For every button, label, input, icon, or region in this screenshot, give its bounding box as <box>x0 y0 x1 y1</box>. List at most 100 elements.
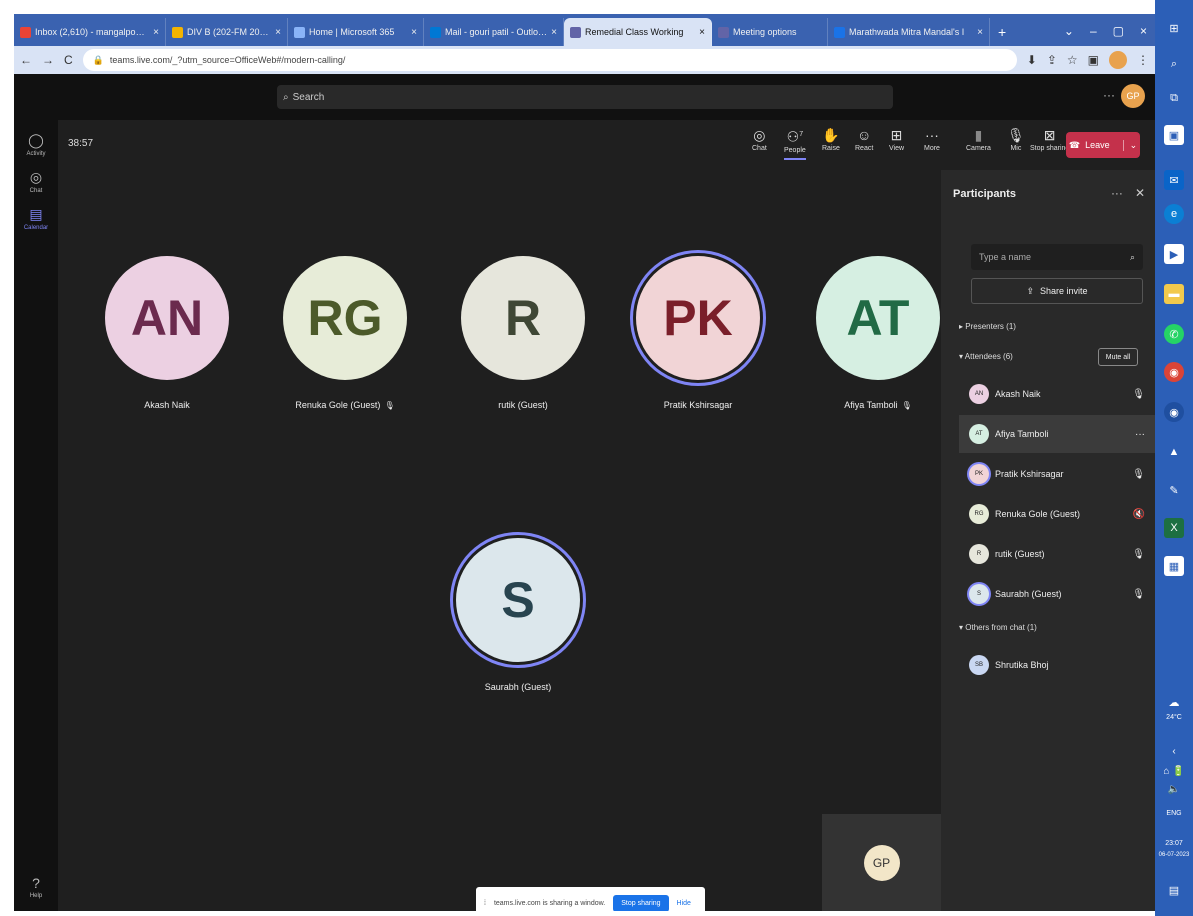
paint-icon[interactable]: ✎ <box>1164 480 1184 500</box>
participant-row[interactable]: SB Shrutika Bhoj <box>959 646 1155 684</box>
participant-tile[interactable]: PK Pratik Kshirsagar <box>636 248 760 410</box>
participant-tile[interactable]: RG Renuka Gole (Guest) 🎙 <box>283 256 407 410</box>
rail-item-chat[interactable]: ◎ Chat <box>14 169 58 194</box>
people-button[interactable]: ⚇7 People <box>784 128 806 160</box>
clock-date[interactable]: 06-07-2023 <box>1155 852 1193 858</box>
store-icon[interactable]: ▣ <box>1164 125 1184 145</box>
calendar-app-icon[interactable]: ▦ <box>1164 556 1184 576</box>
close-window-icon[interactable]: × <box>1140 24 1147 38</box>
tab-title: Marathwada Mitra Mandal's I <box>849 27 965 37</box>
reload-icon[interactable]: C <box>64 53 73 67</box>
mic-button[interactable]: 🎙 Mic <box>1007 128 1025 152</box>
tab-search-icon[interactable]: ⌄ <box>1064 24 1074 38</box>
chrome-active-icon[interactable]: ◉ <box>1164 402 1184 422</box>
download-icon[interactable]: ⬇ <box>1027 53 1037 67</box>
more-options-icon[interactable]: ··· <box>1135 429 1145 440</box>
notice-stop-sharing-button[interactable]: Stop sharing <box>613 894 669 911</box>
browser-tab[interactable]: DIV B (202-FM 2022-24) × <box>166 18 288 46</box>
browser-tab[interactable]: Mail - gouri patil - Outlook × <box>424 18 564 46</box>
raise-hand-button[interactable]: ✋ Raise <box>822 128 840 152</box>
participant-tile[interactable]: AT Afiya Tamboli 🎙 <box>816 256 940 410</box>
self-view[interactable]: GP <box>822 814 941 911</box>
chrome-icon[interactable]: ◉ <box>1164 362 1184 382</box>
star-icon[interactable]: ☆ <box>1067 53 1078 67</box>
mute-all-button[interactable]: Mute all <box>1098 348 1138 366</box>
browser-tab[interactable]: Inbox (2,610) - mangalpourus × <box>14 18 166 46</box>
chevron-down-icon[interactable]: ⌄ <box>1122 139 1137 151</box>
language-indicator[interactable]: ENG <box>1155 810 1193 817</box>
chat-button[interactable]: ◎ Chat <box>752 128 767 152</box>
tab-close-icon[interactable]: × <box>275 27 281 38</box>
panel-more-icon[interactable]: ··· <box>1111 186 1123 200</box>
sidebar-icon[interactable]: ▣ <box>1088 53 1099 67</box>
participant-search-input[interactable]: Type a name ⌕ <box>971 244 1143 270</box>
search-icon[interactable]: ⌕ <box>1164 54 1184 74</box>
browser-tab[interactable]: Meeting options <box>712 18 828 46</box>
presenters-section[interactable]: ▸ Presenters (1) <box>959 322 1016 331</box>
url-field[interactable]: 🔒 teams.live.com/_?utm_source=OfficeWeb#… <box>82 49 1017 71</box>
grip-icon[interactable]: ⁞ <box>484 900 486 907</box>
whatsapp-icon[interactable]: ✆ <box>1164 324 1184 344</box>
clock-time[interactable]: 23:07 <box>1155 840 1193 847</box>
chat-label: Chat <box>752 145 767 152</box>
drive-icon[interactable]: ▲ <box>1164 442 1184 462</box>
outlook-icon[interactable]: ✉ <box>1164 170 1184 190</box>
minimize-icon[interactable]: – <box>1090 24 1097 38</box>
notification-icon[interactable]: ▤ <box>1164 880 1184 900</box>
attendees-section[interactable]: ▾ Attendees (6) <box>959 352 1013 361</box>
camera-button[interactable]: ▮ Camera <box>966 128 991 152</box>
more-options-icon[interactable]: ··· <box>1103 88 1115 102</box>
participant-tile[interactable]: AN Akash Naik <box>105 256 229 410</box>
close-icon[interactable]: ✕ <box>1135 186 1145 200</box>
stop-sharing-button[interactable]: ⊠ Stop sharing <box>1030 128 1069 152</box>
participant-tile[interactable]: S Saurabh (Guest) <box>456 530 580 692</box>
profile-avatar[interactable] <box>1109 51 1127 69</box>
participant-row[interactable]: Rrutik (Guest) 🎙 <box>959 535 1155 573</box>
task-view-icon[interactable]: ⧉ <box>1164 88 1184 108</box>
new-tab-button[interactable]: + <box>990 24 1014 46</box>
network-icon[interactable]: ⌂ 🔋 <box>1155 766 1193 777</box>
excel-icon[interactable]: X <box>1164 518 1184 538</box>
browser-tab[interactable]: Remedial Class Working × <box>564 18 712 46</box>
tab-close-icon[interactable]: × <box>551 27 557 38</box>
notice-hide-link[interactable]: Hide <box>677 900 691 907</box>
tab-close-icon[interactable]: × <box>411 27 417 38</box>
browser-tab[interactable]: Marathwada Mitra Mandal's I × <box>828 18 990 46</box>
participant-row[interactable]: PK Pratik Kshirsagar 🎙 <box>959 455 1155 493</box>
volume-icon[interactable]: 🔈 <box>1155 784 1193 795</box>
weather-icon[interactable]: ☁ <box>1164 692 1184 712</box>
rail-item-calendar[interactable]: ▤ Calendar <box>14 206 58 231</box>
edge-icon[interactable]: e <box>1164 204 1184 224</box>
kebab-menu-icon[interactable]: ⋮ <box>1137 53 1149 67</box>
others-section[interactable]: ▾ Others from chat (1) <box>959 623 1037 632</box>
share-invite-button[interactable]: ⇪ Share invite <box>971 278 1143 304</box>
chat-icon: ◎ <box>29 169 43 185</box>
maximize-icon[interactable]: ▢ <box>1113 24 1124 38</box>
participants-panel: Participants ··· ✕ Type a name ⌕ ⇪ Share … <box>941 170 1155 911</box>
tray-chevron-icon[interactable]: ‹ <box>1155 746 1193 757</box>
participant-row[interactable]: RG Renuka Gole (Guest) 🔇 <box>959 495 1155 533</box>
user-avatar[interactable]: GP <box>1121 84 1145 108</box>
participant-row[interactable]: AT Afiya Tamboli ··· <box>959 415 1155 453</box>
rail-item-help[interactable]: ? Help <box>14 875 58 899</box>
participant-avatar: S <box>456 538 580 662</box>
windows-start-icon[interactable]: ⊞ <box>1164 18 1184 38</box>
tab-close-icon[interactable]: × <box>153 27 159 38</box>
participant-row[interactable]: S Saurabh (Guest) 🎙 <box>959 575 1155 613</box>
leave-button[interactable]: ☎ Leave ⌄ <box>1066 132 1140 158</box>
forward-icon[interactable]: → <box>42 53 54 67</box>
file-explorer-icon[interactable]: ▬ <box>1164 284 1184 304</box>
rail-item-activity[interactable]: ◯ Activity <box>14 132 58 157</box>
tab-close-icon[interactable]: × <box>977 27 983 38</box>
back-icon[interactable]: ← <box>20 53 32 67</box>
teams-search-input[interactable]: ⌕ Search <box>277 85 893 109</box>
participant-tile[interactable]: Rrutik (Guest) <box>461 256 585 410</box>
zoom-icon[interactable]: ▶ <box>1164 244 1184 264</box>
participant-row[interactable]: AN Akash Naik 🎙 <box>959 375 1155 413</box>
view-button[interactable]: ⊞ View <box>889 128 904 152</box>
share-icon[interactable]: ⇪ <box>1047 53 1057 67</box>
browser-tab[interactable]: Home | Microsoft 365 × <box>288 18 424 46</box>
react-button[interactable]: ☺ React <box>855 128 873 152</box>
tab-close-icon[interactable]: × <box>699 27 705 38</box>
more-button[interactable]: ··· More <box>924 128 940 152</box>
